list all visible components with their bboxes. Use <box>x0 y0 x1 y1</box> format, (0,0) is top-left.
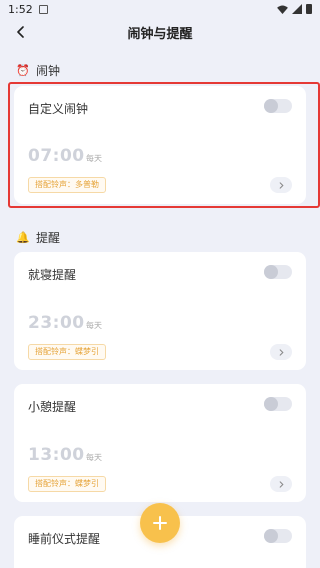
chevron-right-icon <box>279 181 284 189</box>
card-title: 就寝提醒 <box>28 268 77 282</box>
alarm-clock-icon: ⏰ <box>16 64 30 77</box>
reminder-toggle[interactable] <box>264 529 292 543</box>
add-button[interactable] <box>140 503 180 543</box>
section-alarm-header: ⏰ 闹钟 <box>0 62 60 79</box>
signal-icon <box>292 4 302 14</box>
section-alarm-label: 闹钟 <box>36 64 61 78</box>
detail-button[interactable] <box>270 177 292 193</box>
plus-icon <box>153 516 167 530</box>
toggle-knob <box>264 529 278 543</box>
reminder-repeat: 每天 <box>86 453 102 462</box>
alarm-card-custom[interactable]: 自定义闹钟 07:00 每天 搭配铃声：多普勒 <box>14 86 306 204</box>
back-button[interactable] <box>12 23 30 41</box>
alarm-toggle[interactable] <box>264 99 292 113</box>
nav-bar: 闹钟与提醒 <box>0 18 320 46</box>
toggle-knob <box>264 265 278 279</box>
chevron-left-icon <box>17 26 24 38</box>
toggle-knob <box>264 99 278 113</box>
card-title: 小憩提醒 <box>28 400 77 414</box>
section-reminder-label: 提醒 <box>36 231 61 245</box>
alarm-repeat: 每天 <box>86 154 102 163</box>
status-bar: 1:52 <box>0 0 320 18</box>
section-reminder-header: 🔔 提醒 <box>0 229 60 246</box>
ringtone-tag[interactable]: 搭配铃声：蝶梦引 <box>28 344 106 360</box>
reminder-toggle[interactable] <box>264 397 292 411</box>
card-title: 睡前仪式提醒 <box>28 532 101 546</box>
battery-icon <box>306 4 312 14</box>
chevron-right-icon <box>279 348 284 356</box>
reminder-card-bedtime[interactable]: 就寝提醒 23:00 每天 搭配铃声：蝶梦引 <box>14 252 306 370</box>
notification-icon <box>38 4 48 14</box>
reminder-card-nap[interactable]: 小憩提醒 13:00 每天 搭配铃声：蝶梦引 <box>14 384 306 502</box>
wifi-icon <box>277 4 288 14</box>
status-time: 1:52 <box>8 2 33 16</box>
page-title: 闹钟与提醒 <box>127 26 193 42</box>
bell-icon: 🔔 <box>16 231 30 244</box>
ringtone-tag[interactable]: 搭配铃声：蝶梦引 <box>28 476 106 492</box>
alarm-time: 07:00 <box>28 146 85 166</box>
detail-button[interactable] <box>270 476 292 492</box>
ringtone-tag[interactable]: 搭配铃声：多普勒 <box>28 177 106 193</box>
chevron-right-icon <box>279 480 284 488</box>
detail-button[interactable] <box>270 344 292 360</box>
toggle-knob <box>264 397 278 411</box>
reminder-toggle[interactable] <box>264 265 292 279</box>
reminder-repeat: 每天 <box>86 321 102 330</box>
reminder-time: 13:00 <box>28 445 85 465</box>
card-title: 自定义闹钟 <box>28 102 89 116</box>
reminder-time: 23:00 <box>28 313 85 333</box>
